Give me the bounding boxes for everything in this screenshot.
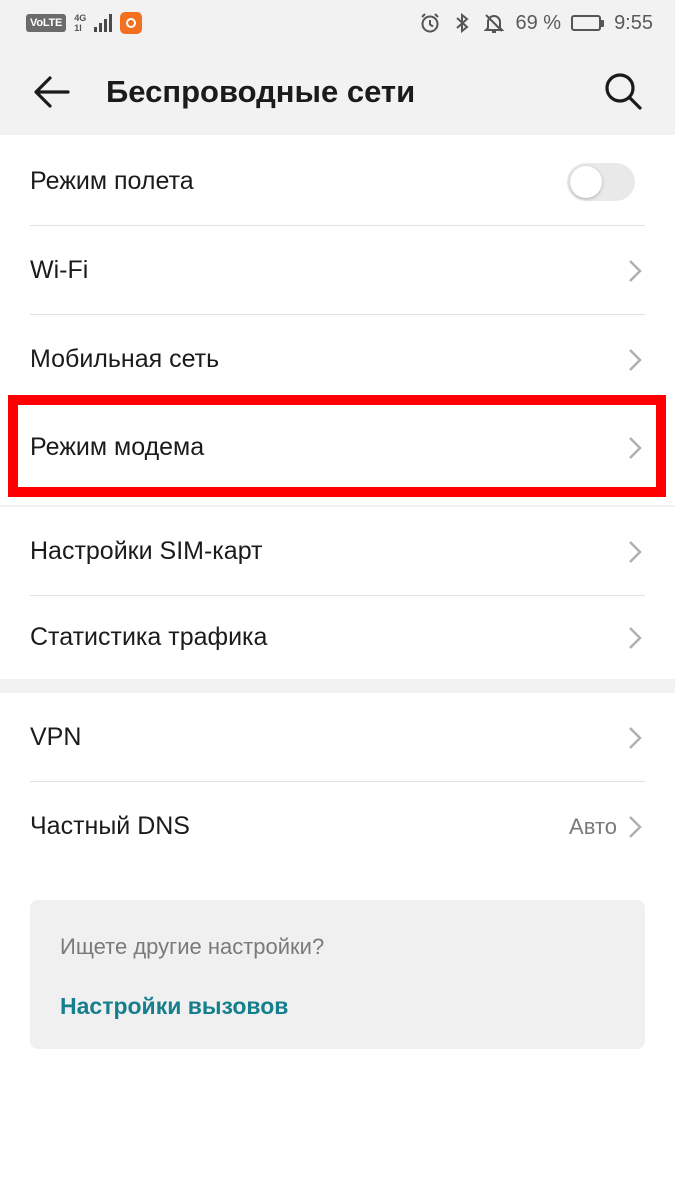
call-settings-link[interactable]: Настройки вызовов [60,993,288,1020]
chevron-right-icon [629,815,642,838]
chevron-right-icon [629,626,642,649]
chevron-right-icon [629,540,642,563]
notifications-off-icon [483,12,505,34]
chevron-right-icon [629,259,642,282]
back-button[interactable] [30,70,74,114]
status-bar: VoLTE 4G 1l 69 % 9:55 [0,0,675,46]
chevron-right-icon [629,726,642,749]
wifi-label: Wi-Fi [30,256,89,284]
chevron-right-icon [629,436,642,459]
settings-group-privacy: VPN Частный DNS Авто [0,693,675,871]
traffic-stats-label: Статистика трафика [30,623,268,651]
network-type-label: 4G [74,13,87,23]
status-right: 69 % 9:55 [419,12,653,35]
hint-question: Ищете другие настройки? [60,934,325,959]
settings-group-sim: Настройки SIM-карт Статистика трафика [0,507,675,679]
vpn-label: VPN [30,723,82,751]
airplane-mode-label: Режим полета [30,167,194,195]
private-dns-row[interactable]: Частный DNS Авто [30,782,645,871]
private-dns-label: Частный DNS [30,812,190,840]
search-icon [605,73,642,110]
back-arrow-icon [34,76,70,108]
airplane-mode-row[interactable]: Режим полета [30,137,645,226]
airplane-mode-toggle[interactable] [567,162,635,201]
settings-group-connections: Режим полета Wi-Fi Мобильная сеть Режим … [0,135,675,505]
traffic-stats-row[interactable]: Статистика трафика [30,593,645,682]
network-type: 4G 1l [74,13,86,33]
sim-settings-label: Настройки SIM-карт [30,537,263,565]
sim-settings-row[interactable]: Настройки SIM-карт [30,507,645,596]
battery-percent: 69 % [515,11,562,34]
alarm-icon [419,12,441,34]
page-title: Беспроводные сети [106,74,416,109]
tethering-row[interactable]: Режим модема [30,403,645,492]
mobile-network-label: Мобильная сеть [30,345,220,373]
mobile-network-row[interactable]: Мобильная сеть [30,315,645,404]
clock: 9:55 [614,11,653,34]
app-notification-icon [120,12,143,34]
private-dns-value: Авто [569,813,617,839]
wifi-row[interactable]: Wi-Fi [30,226,645,315]
vpn-row[interactable]: VPN [30,693,645,782]
status-left: VoLTE 4G 1l [26,12,143,34]
volte-badge: VoLTE [26,14,67,32]
bluetooth-icon [451,12,473,34]
app-bar: Беспроводные сети [0,46,675,135]
network-sub-label: 1l [74,23,82,33]
battery-icon [571,15,605,31]
tethering-label: Режим модема [30,433,205,461]
search-button[interactable] [600,68,646,114]
hint-card: Ищете другие настройки? Настройки вызово… [30,900,645,1049]
signal-strength-icon [94,14,113,32]
chevron-right-icon [629,348,642,371]
group-separator [0,679,675,693]
